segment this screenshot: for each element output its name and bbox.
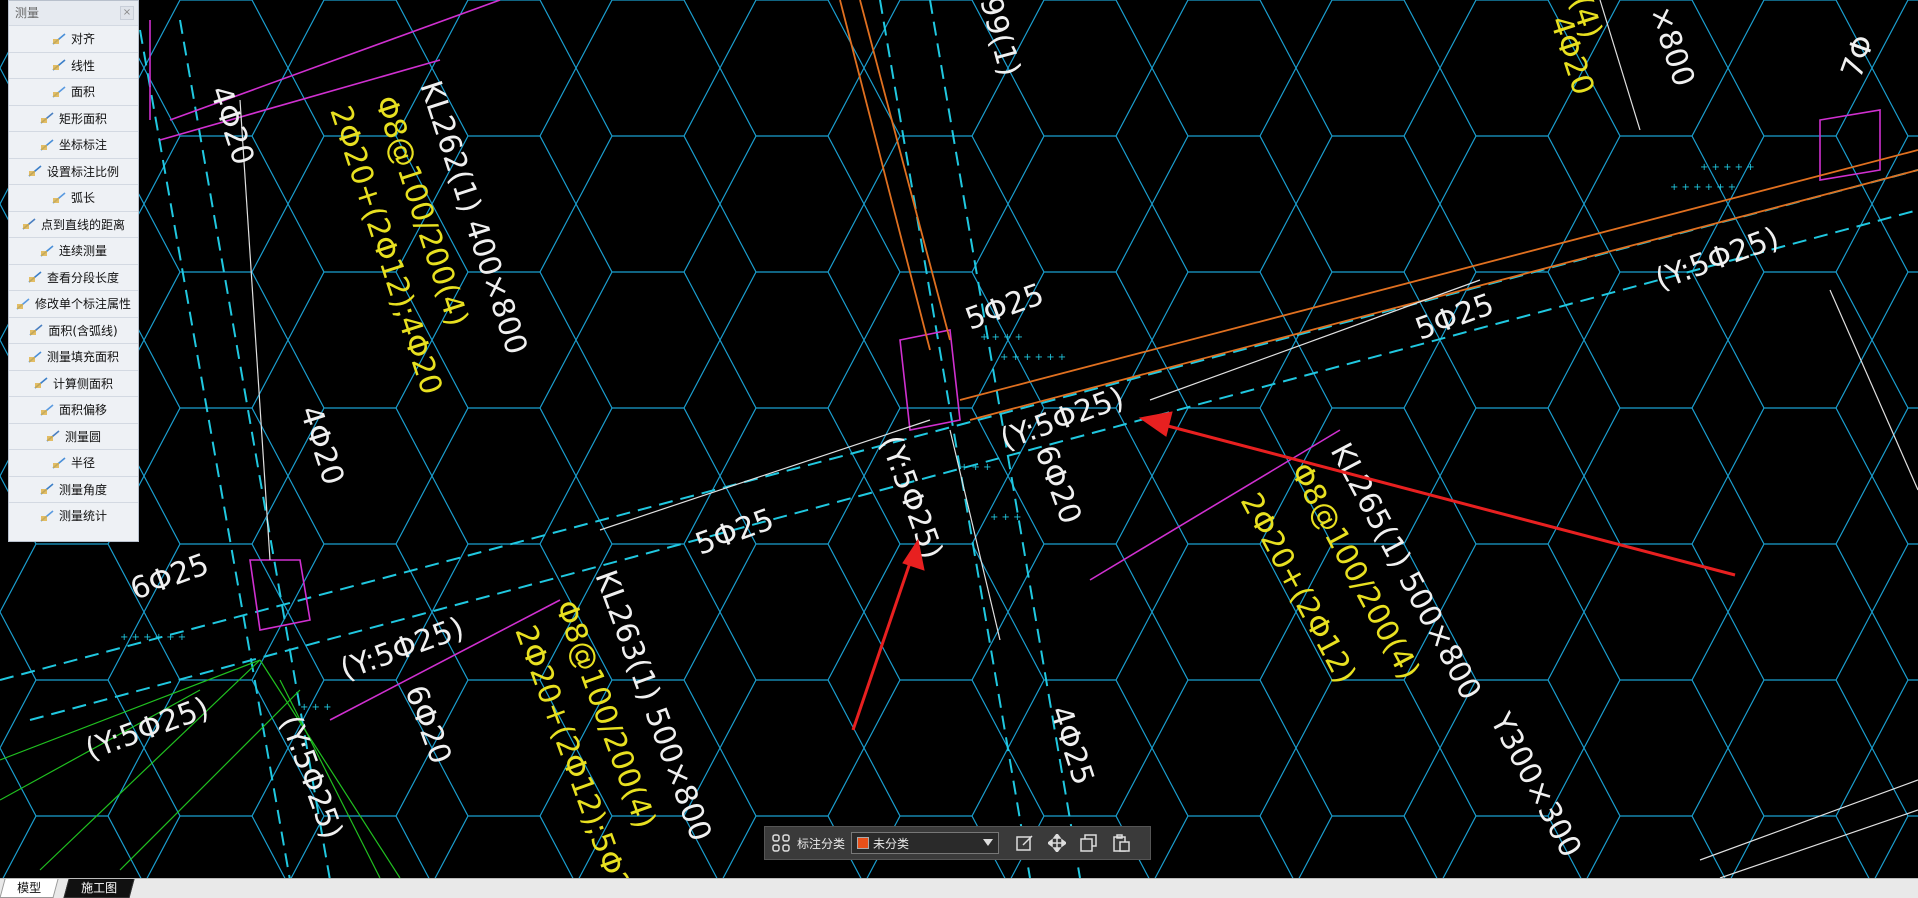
measure-tool-label: 测量角度: [58, 482, 107, 497]
measure-panel: 测量 × 对齐线性面积矩形面积坐标标注设置标注比例 弧长点到直线的距离 连续测量查看…: [8, 0, 139, 542]
scale-icon: [28, 165, 42, 177]
measure-tool-label: 设置标注比例: [46, 164, 119, 179]
svg-text:+ + + + + +: + + + + + +: [1000, 352, 1066, 363]
measure-tool-item[interactable]: 面积: [9, 78, 138, 105]
svg-text:+ + + + + +: + + + + + +: [1670, 182, 1736, 193]
arc-area-icon: [29, 324, 43, 336]
measure-tool-label: 面积: [70, 85, 95, 100]
linear-measure-icon: [52, 59, 66, 71]
tab-construction-drawing[interactable]: 施工图: [63, 879, 135, 898]
measure-tool-item[interactable]: 面积(含弧线): [9, 316, 138, 344]
statistics-icon: [40, 510, 54, 522]
measure-tool-item[interactable]: 矩形面积: [9, 104, 138, 132]
copy-icon[interactable]: [1078, 832, 1100, 854]
side-area-icon: [34, 377, 48, 389]
measure-tool-label: 测量统计: [58, 509, 107, 524]
move-icon[interactable]: [1046, 832, 1068, 854]
measure-tool-label: 查看分段长度: [46, 270, 119, 285]
measure-tool-label: 连续测量: [58, 244, 107, 259]
measure-tool-item[interactable]: 测量填充面积: [9, 343, 138, 370]
measure-tool-label: 计算侧面积: [52, 376, 113, 391]
cad-drawing-canvas[interactable]: + + + + + + + + + + + + + + + + + + + + …: [0, 0, 1918, 878]
area-icon: [52, 86, 66, 98]
measure-panel-title: 测量 ×: [9, 1, 138, 25]
measure-tool-label: 测量填充面积: [46, 350, 119, 365]
coordinate-icon: [40, 139, 54, 151]
measure-tool-item[interactable]: 修改单个标注属性: [9, 290, 138, 317]
measure-tool-item[interactable]: 对齐: [9, 25, 138, 52]
measure-tool-item[interactable]: 计算侧面积: [9, 369, 138, 397]
segment-length-icon: [28, 271, 42, 283]
measure-tool-label: 坐标标注: [58, 138, 107, 153]
annotation-category-select[interactable]: 未分类: [851, 832, 1000, 854]
annotation-toolbar: 标注分类 未分类: [764, 826, 1151, 860]
radius-icon: [52, 457, 66, 469]
svg-text:+ + + +: + + + +: [980, 332, 1023, 343]
measure-panel-title-text: 测量: [15, 6, 40, 20]
measure-tool-item[interactable]: 测量统计: [9, 502, 138, 529]
svg-text:+ + +: + + +: [960, 462, 992, 473]
measure-tool-label: 半径: [70, 456, 95, 471]
measure-tool-list: 对齐线性面积矩形面积坐标标注设置标注比例 弧长点到直线的距离 连续测量查看分段长度修…: [9, 25, 138, 529]
tab-model-label: 模型: [17, 881, 42, 895]
measure-tool-label: 面积(含弧线): [48, 323, 118, 338]
measure-tool-label: 测量圆: [64, 429, 101, 444]
chevron-down-icon: [983, 839, 994, 846]
measure-tool-item[interactable]: 坐标标注: [9, 131, 138, 158]
circle-measure-icon: [46, 430, 60, 442]
measure-tool-item[interactable]: 半径: [9, 449, 138, 476]
svg-text:+ + + + +: + + + + +: [1700, 162, 1755, 173]
measure-tool-item[interactable]: 点到直线的距离: [9, 210, 138, 238]
measure-tool-item[interactable]: 设置标注比例: [9, 157, 138, 185]
layout-tab-bar: 模型 施工图: [0, 878, 1918, 898]
fill-area-icon: [28, 351, 42, 363]
edit-annotation-icon: [16, 298, 30, 310]
measure-tool-label: 对齐: [70, 32, 95, 47]
measure-tool-label: 面积偏移: [58, 403, 107, 418]
measure-tool-item[interactable]: 测量圆: [9, 422, 138, 450]
edit-icon[interactable]: [1014, 832, 1036, 854]
svg-text:+ + +: + + +: [990, 512, 1022, 523]
measure-tool-item[interactable]: 测量角度: [9, 475, 138, 503]
measure-tool-label: 弧长: [70, 191, 95, 206]
area-offset-icon: [40, 404, 54, 416]
tab-construction-label: 施工图: [81, 881, 118, 895]
close-icon[interactable]: ×: [120, 6, 134, 20]
point-line-distance-icon: [22, 218, 36, 230]
measure-tool-item[interactable]: 弧长: [9, 184, 138, 211]
measure-tool-item[interactable]: 查看分段长度: [9, 263, 138, 291]
measure-tool-label: 点到直线的距离: [40, 217, 125, 232]
measure-tool-item[interactable]: 连续测量: [9, 237, 138, 264]
category-color-swatch: [857, 837, 870, 849]
annotation-category-value: 未分类: [873, 836, 910, 851]
measure-tool-label: 修改单个标注属性: [34, 297, 131, 312]
grid-icon[interactable]: [770, 832, 792, 854]
annotation-category-label: 标注分类: [797, 836, 846, 851]
continuous-measure-icon: [40, 245, 54, 257]
measure-tool-label: 线性: [70, 58, 95, 73]
align-measure-icon: [52, 33, 66, 45]
tab-model[interactable]: 模型: [0, 879, 59, 898]
arc-length-icon: [52, 192, 66, 204]
svg-text:+ + + + + +: + + + + + +: [120, 632, 186, 643]
measure-tool-item[interactable]: 面积偏移: [9, 396, 138, 423]
paste-icon[interactable]: [1110, 832, 1132, 854]
measure-tool-label: 矩形面积: [58, 111, 107, 126]
angle-icon: [40, 483, 54, 495]
rect-area-icon: [40, 112, 54, 124]
measure-tool-item[interactable]: 线性: [9, 51, 138, 79]
